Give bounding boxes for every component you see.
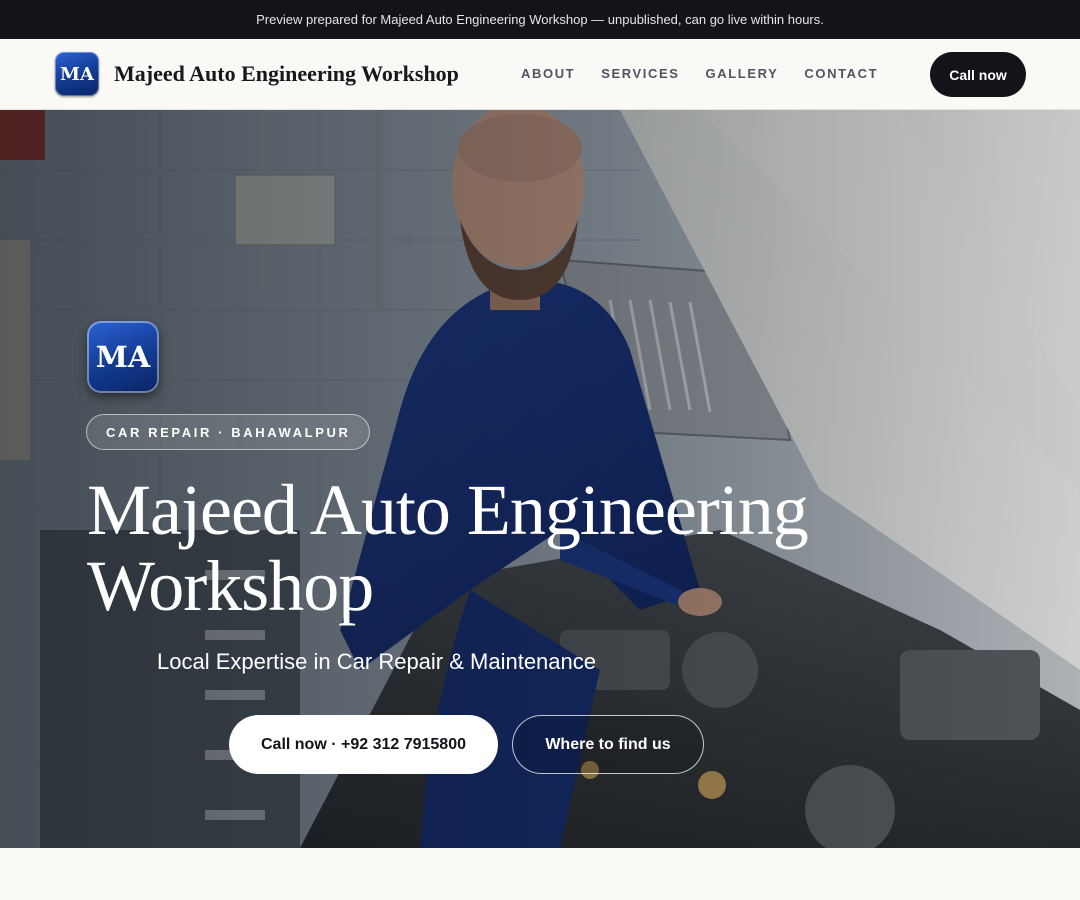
preview-banner: Preview prepared for Majeed Auto Enginee…	[0, 0, 1080, 39]
main-nav: ABOUT SERVICES GALLERY CONTACT	[521, 66, 878, 81]
brand-logo-text: MA	[60, 63, 94, 85]
header-call-button[interactable]: Call now	[930, 52, 1026, 97]
hero-logo-text: MA	[95, 340, 151, 374]
brand-logo[interactable]: MA	[55, 52, 99, 96]
brand-name[interactable]: Majeed Auto Engineering Workshop	[114, 61, 459, 87]
preview-banner-text: Preview prepared for Majeed Auto Enginee…	[256, 12, 824, 27]
hero-tagline: Local Expertise in Car Repair & Maintena…	[157, 649, 597, 674]
hero-section: MA CAR REPAIR · BAHAWALPUR Majeed Auto E…	[0, 110, 1080, 848]
hero-title: Majeed Auto Engineering Workshop	[87, 470, 809, 626]
hero-logo: MA	[87, 321, 159, 393]
where-to-find-us-button[interactable]: Where to find us	[512, 715, 704, 774]
category-chip: CAR REPAIR · BAHAWALPUR	[86, 414, 371, 450]
nav-services[interactable]: SERVICES	[601, 66, 679, 81]
site-header: MA Majeed Auto Engineering Workshop ABOU…	[0, 39, 1080, 110]
hero-call-button[interactable]: Call now · +92 312 7915800	[229, 715, 498, 774]
nav-about[interactable]: ABOUT	[521, 66, 575, 81]
nav-contact[interactable]: CONTACT	[804, 66, 878, 81]
nav-gallery[interactable]: GALLERY	[706, 66, 779, 81]
